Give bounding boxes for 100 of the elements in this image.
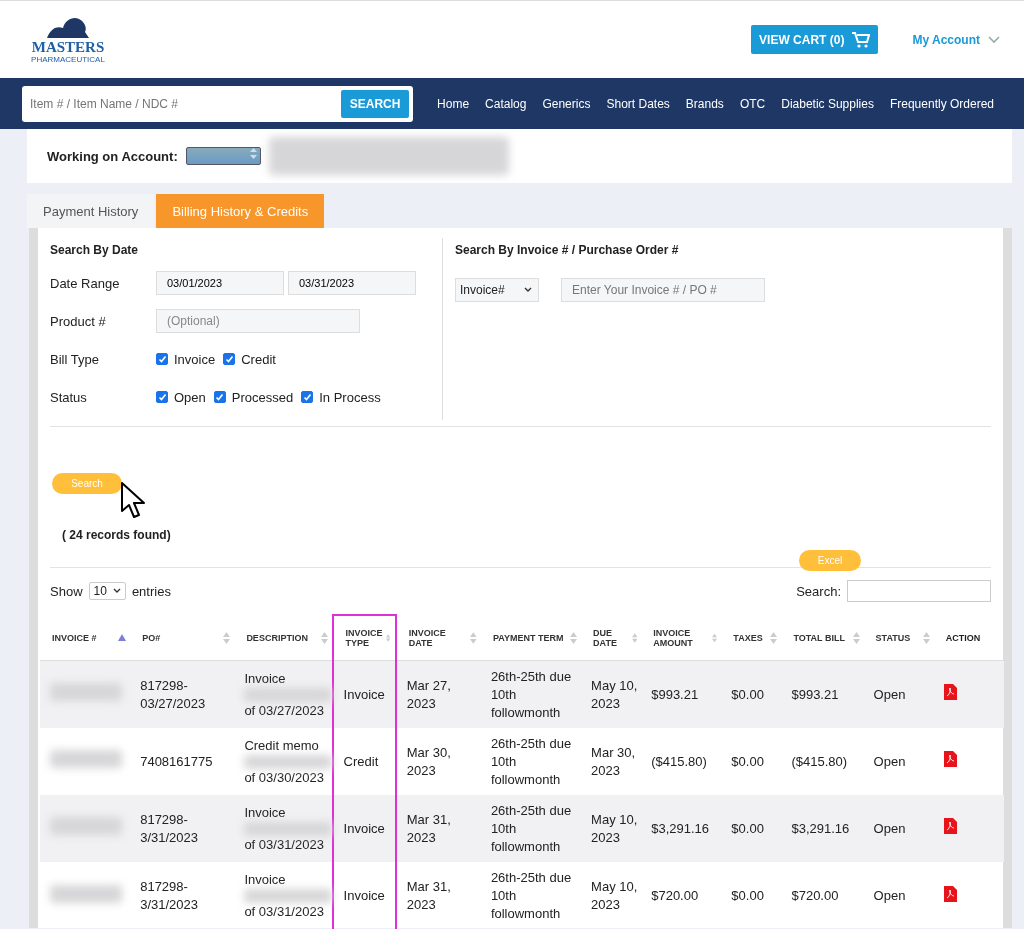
tab[interactable]: Payment History <box>27 194 155 228</box>
sort-icon <box>223 631 231 644</box>
pdf-icon[interactable] <box>943 885 957 902</box>
nav-link[interactable]: Home <box>437 96 470 111</box>
table-cell: $993.21 <box>781 660 864 728</box>
table-cell: May 10, 2023 <box>581 862 642 929</box>
pdf-icon[interactable] <box>943 751 957 767</box>
description-text: Invoice <box>244 871 287 889</box>
date-to-field[interactable]: 03/31/2023 <box>288 271 416 295</box>
entries-label: entries <box>131 583 171 599</box>
description-text: Credit memo <box>244 736 320 755</box>
column-header[interactable]: TOTAL BILL <box>781 615 864 661</box>
table-cell: $3,291.16 <box>781 795 864 862</box>
table-cell: ($415.80) <box>641 728 722 795</box>
nav-link[interactable]: OTC <box>739 96 766 111</box>
field-label: Status <box>50 389 88 405</box>
checkbox[interactable] <box>301 391 314 403</box>
column-header[interactable]: INVOICE DATE <box>395 615 481 661</box>
sort-icon <box>570 631 578 644</box>
column-header[interactable]: PAYMENT TERM <box>480 615 582 661</box>
table-cell: Mar 31, 2023 <box>395 862 481 929</box>
checkbox[interactable] <box>223 353 236 365</box>
nav-link[interactable]: Brands <box>685 96 724 111</box>
nav-link[interactable]: Catalog <box>485 96 527 111</box>
cart-icon <box>852 31 871 48</box>
column-header[interactable]: INVOICE # <box>40 615 131 661</box>
field-label: Bill Type <box>50 351 100 367</box>
sort-icon <box>631 631 638 644</box>
description-date: of 03/31/2023 <box>244 903 325 921</box>
table-cell: Invoice <box>332 862 396 929</box>
field-label: Date Range <box>50 275 121 291</box>
table-cell: $0.00 <box>721 660 782 728</box>
show-label: Show <box>50 583 83 599</box>
date-from-field[interactable]: 03/01/2023 <box>156 271 284 295</box>
table-cell: 7408161775 <box>130 728 235 795</box>
table-cell: Invoice <box>332 795 396 862</box>
table-cell: 817298-03/27/2023 <box>130 660 235 728</box>
sort-ascending-icon <box>118 634 127 641</box>
table-cell: Mar 31, 2023 <box>395 795 481 862</box>
table-cell: Open <box>863 862 934 929</box>
nav-link[interactable]: Generics <box>542 96 591 111</box>
column-header[interactable]: DESCRIPTION <box>234 615 333 661</box>
table-cell: $720.00 <box>781 862 864 929</box>
table-cell: 26th-25th due 10th followmonth <box>480 795 582 862</box>
logo[interactable]: MASTERS PHARMACEUTICAL <box>28 15 108 64</box>
table-search-field[interactable] <box>847 580 991 602</box>
pdf-icon[interactable] <box>943 818 957 834</box>
checkbox[interactable] <box>156 391 168 403</box>
column-header[interactable]: INVOICE AMOUNT <box>641 615 722 661</box>
table-cell: May 10, 2023 <box>581 660 642 728</box>
invoice-search-field[interactable]: Enter Your Invoice # / PO # <box>561 278 765 302</box>
table-cell: Open <box>863 795 934 862</box>
checkbox[interactable] <box>156 353 168 365</box>
checkbox-label: Invoice <box>174 351 216 367</box>
column-header[interactable]: DUE DATE <box>581 615 642 661</box>
table-cell: $993.21 <box>641 660 722 728</box>
table-cell: 26th-25th due 10th followmonth <box>480 660 582 728</box>
nav-link[interactable]: Frequently Ordered <box>889 96 994 111</box>
search-type-select[interactable]: Invoice# <box>455 278 539 302</box>
chevron-down-icon <box>988 35 1000 44</box>
checkbox-label: Credit <box>241 351 276 367</box>
table-cell: 817298-3/31/2023 <box>130 862 235 929</box>
nav-link[interactable]: Short Dates <box>606 96 670 111</box>
table-cell: 26th-25th due 10th followmonth <box>480 728 582 795</box>
table-cell: $0.00 <box>721 728 782 795</box>
redacted-invoice-number <box>50 750 122 768</box>
column-header[interactable]: PO# <box>130 615 235 661</box>
checkbox-label: Processed <box>231 389 294 405</box>
redacted-invoice-number <box>50 884 122 903</box>
chevron-down-icon <box>112 588 121 594</box>
column-header[interactable]: TAXES <box>721 615 782 661</box>
description-text: Invoice <box>244 669 287 688</box>
table-cell: ($415.80) <box>781 728 864 795</box>
table-cell: 817298-3/31/2023 <box>130 795 235 862</box>
account-select[interactable] <box>185 147 261 165</box>
chevron-down-icon <box>524 287 532 293</box>
pdf-icon[interactable] <box>943 684 957 700</box>
table-search-label: Search: <box>796 583 841 599</box>
checkbox-label: In Process <box>319 389 381 405</box>
table-cell: May 10, 2023 <box>581 795 642 862</box>
table-cell: $3,291.16 <box>641 795 722 862</box>
section-title: Search By Date <box>50 242 140 259</box>
description-date: of 03/31/2023 <box>244 835 325 854</box>
field-label: Product # <box>50 313 107 329</box>
sort-icon <box>852 631 860 644</box>
sort-icon <box>770 631 778 644</box>
column-header[interactable]: ACTION <box>933 615 1004 661</box>
checkbox[interactable] <box>213 391 226 403</box>
nav-link[interactable]: Diabetic Supplies <box>781 96 874 111</box>
column-header[interactable]: STATUS <box>863 615 934 661</box>
table-cell: Mar 30, 2023 <box>581 728 642 795</box>
section-title: Search By Invoice # / Purchase Order # <box>455 242 680 259</box>
account-label: Working on Account: <box>47 148 178 164</box>
product-field[interactable]: (Optional) <box>156 309 360 333</box>
checkbox-label: Open <box>174 389 206 405</box>
sort-icon <box>386 632 391 644</box>
table-cell: Invoice <box>332 660 396 728</box>
logo-name: MASTERS <box>31 39 105 55</box>
page-size-select[interactable]: 10 <box>88 582 126 600</box>
table-cell: Open <box>863 728 934 795</box>
